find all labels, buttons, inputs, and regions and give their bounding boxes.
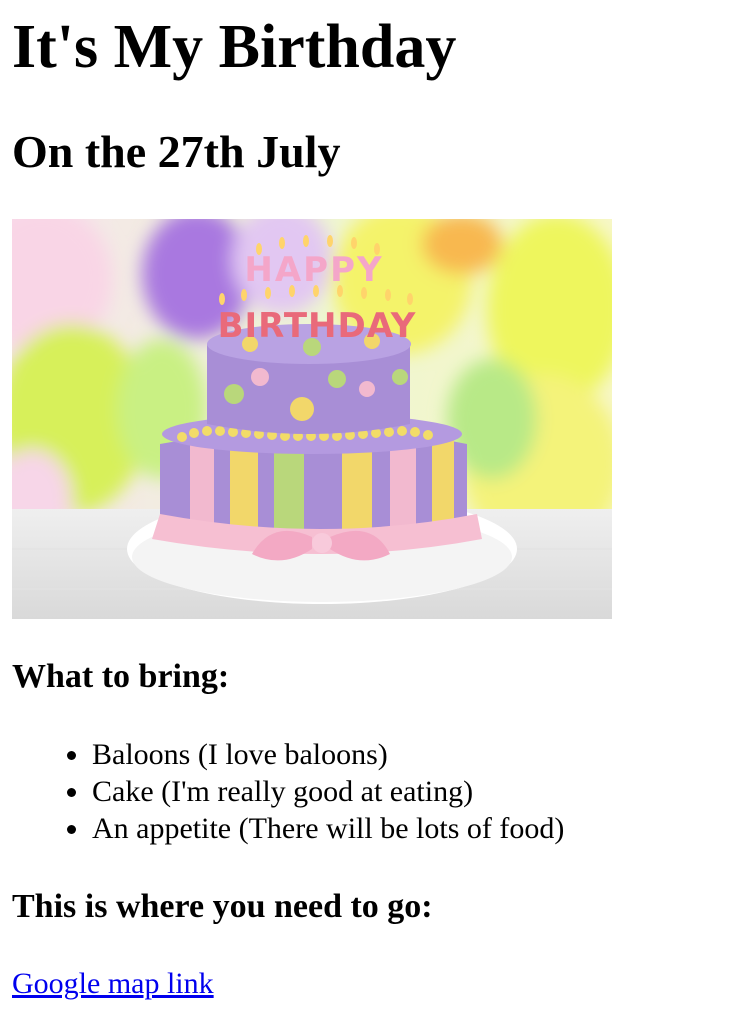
list-item: Cake (I'm really good at eating) — [67, 773, 564, 810]
google-map-link[interactable]: Google map link — [12, 964, 214, 1004]
list-item-text: An appetite (There will be lots of food) — [92, 812, 565, 845]
list-item-text: Baloons (I love baloons) — [92, 738, 388, 771]
candle-text-happy: HAPPY — [244, 250, 383, 290]
list-item-text: Cake (I'm really good at eating) — [92, 775, 474, 808]
birthday-cake-image: HAPPY BIRTHDAY — [12, 219, 612, 619]
page-subtitle: On the 27th July — [12, 126, 341, 177]
bring-list: Baloons (I love baloons) Cake (I'm reall… — [67, 736, 565, 847]
list-item: Baloons (I love baloons) — [67, 736, 564, 773]
bullet-icon — [67, 788, 76, 797]
where-to-go-heading: This is where you need to go: — [12, 888, 433, 925]
bullet-icon — [67, 825, 76, 834]
bullet-icon — [67, 751, 76, 760]
page-title: It's My Birthday — [12, 13, 457, 81]
what-to-bring-heading: What to bring: — [12, 658, 230, 695]
list-item: An appetite (There will be lots of food) — [67, 810, 565, 847]
candle-text-birthday: BIRTHDAY — [218, 306, 417, 346]
